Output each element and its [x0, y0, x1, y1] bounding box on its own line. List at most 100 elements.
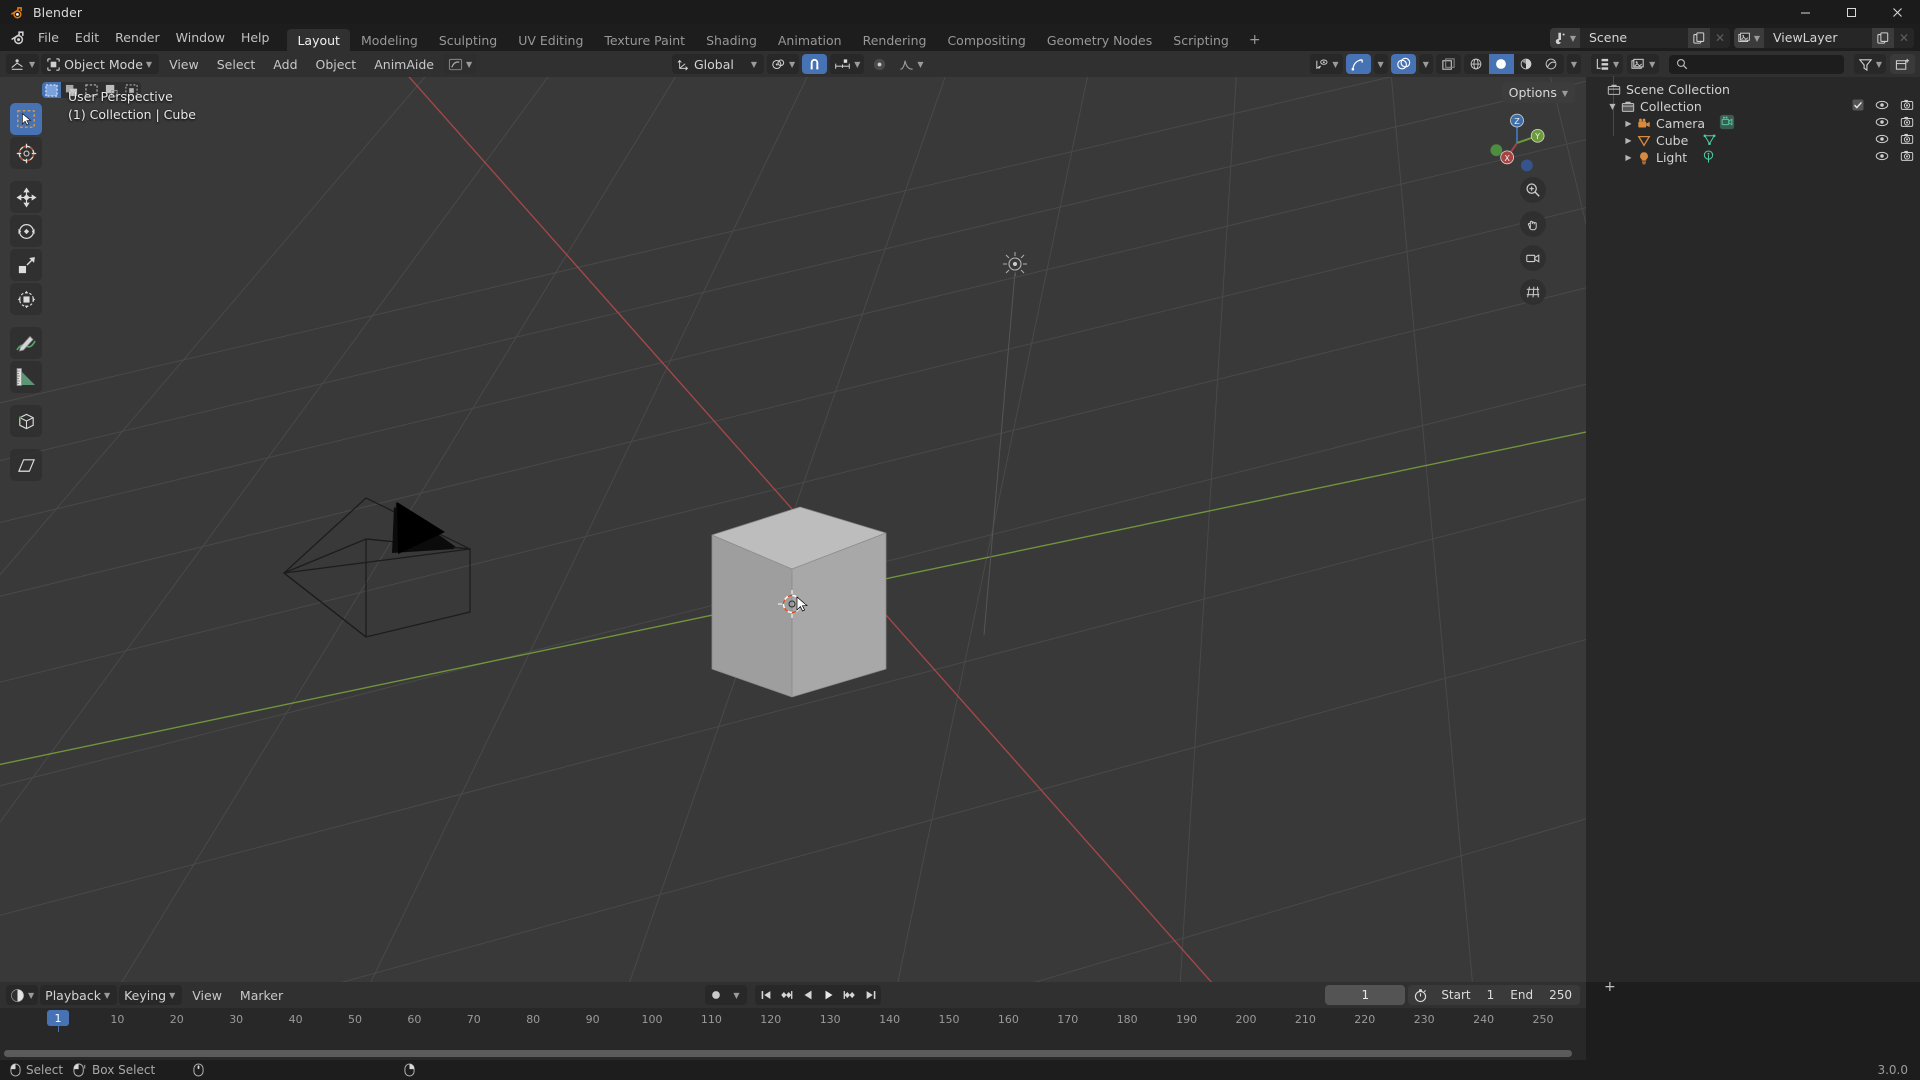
- expand-triangle[interactable]: ▶: [1622, 136, 1635, 145]
- hide-in-viewport-icon[interactable]: [1875, 132, 1889, 149]
- viewport-menu-view[interactable]: View: [161, 54, 207, 74]
- camera-data-icon[interactable]: [1719, 114, 1735, 133]
- tool-add-cube[interactable]: [10, 405, 42, 437]
- workspace-tab-compositing[interactable]: Compositing: [937, 29, 1035, 51]
- viewport-options-button[interactable]: Options ▼: [1501, 82, 1575, 103]
- disable-in-renders-icon[interactable]: [1900, 132, 1914, 149]
- play-reverse-icon[interactable]: [797, 985, 818, 1005]
- outliner-row-camera[interactable]: ▶ Camera: [1586, 114, 1920, 133]
- menu-file[interactable]: File: [30, 27, 67, 48]
- timeline-menu-view[interactable]: View: [184, 985, 230, 1005]
- overlays-dropdown-button[interactable]: ▼: [1418, 54, 1433, 74]
- gizmo-toggle-button[interactable]: [1345, 54, 1371, 74]
- hide-in-viewport-icon[interactable]: [1875, 98, 1889, 115]
- gizmo-dropdown-button[interactable]: ▼: [1373, 54, 1388, 74]
- workspace-tab-modeling[interactable]: Modeling: [351, 29, 428, 51]
- jump-to-start-icon[interactable]: [755, 985, 776, 1005]
- timeline-menu-marker[interactable]: Marker: [232, 985, 291, 1005]
- outliner-row-scene-collection[interactable]: Scene Collection: [1586, 81, 1920, 98]
- minimize-button[interactable]: [1782, 0, 1828, 24]
- outliner-filter-button[interactable]: ▼: [1853, 54, 1886, 74]
- workspace-tab-rendering[interactable]: Rendering: [853, 29, 937, 51]
- shading-wireframe-button[interactable]: [1464, 54, 1489, 74]
- disable-in-renders-icon[interactable]: [1900, 115, 1914, 132]
- workspace-tab-shading[interactable]: Shading: [696, 29, 767, 51]
- tool-measure[interactable]: [10, 361, 42, 393]
- maximize-button[interactable]: [1828, 0, 1874, 24]
- current-frame-field[interactable]: 1: [1325, 985, 1406, 1005]
- shading-rendered-button[interactable]: [1539, 54, 1564, 74]
- interaction-mode-selector[interactable]: Object Mode ▼: [41, 54, 160, 74]
- scene-selector[interactable]: ▼ Scene ✕: [1550, 27, 1730, 48]
- viewport-menu-add[interactable]: Add: [265, 54, 305, 74]
- expand-triangle[interactable]: ▼: [1606, 102, 1619, 111]
- outliner-row-light[interactable]: ▶ Light: [1586, 149, 1920, 166]
- outliner-row-cube[interactable]: ▶ Cube: [1586, 132, 1920, 149]
- play-icon[interactable]: [818, 985, 839, 1005]
- add-workspace-button[interactable]: +: [1240, 29, 1270, 51]
- timeline-track-area[interactable]: [0, 1032, 1586, 1060]
- collection-exclude-checkbox[interactable]: [1852, 99, 1864, 114]
- toggle-ortho-icon[interactable]: [1520, 279, 1546, 305]
- proportional-falloff-button[interactable]: ▼: [895, 54, 927, 74]
- auto-keying-icon[interactable]: [705, 985, 726, 1005]
- timeline-ruler[interactable]: 10 20 30 40 50 60 70 80 90 100 110 120 130 140 150 160 1…: [0, 1008, 1586, 1032]
- transform-orientation-selector[interactable]: Global ▼: [672, 54, 765, 74]
- viewlayer-name[interactable]: ViewLayer: [1764, 27, 1872, 48]
- tool-move[interactable]: [10, 181, 42, 213]
- workspace-tab-sculpting[interactable]: Sculpting: [429, 29, 507, 51]
- editor-type-button[interactable]: ▼: [6, 54, 40, 74]
- frame-end-field[interactable]: End 250: [1502, 985, 1580, 1005]
- tool-transform[interactable]: [10, 283, 42, 315]
- disable-in-renders-icon[interactable]: [1900, 98, 1914, 115]
- hide-in-viewport-icon[interactable]: [1875, 149, 1889, 166]
- mesh-data-icon[interactable]: [1702, 132, 1717, 150]
- hide-in-viewport-icon[interactable]: [1875, 115, 1889, 132]
- navigation-gizmo[interactable]: Z Y X: [1482, 108, 1552, 178]
- tool-annotate[interactable]: [10, 327, 42, 359]
- shading-material-preview-button[interactable]: [1514, 54, 1539, 74]
- viewport-menu-object[interactable]: Object: [308, 54, 365, 74]
- shading-solid-button[interactable]: [1488, 54, 1514, 74]
- auto-keying-dropdown[interactable]: ▼: [726, 985, 747, 1005]
- tool-rotate[interactable]: [10, 215, 42, 247]
- menu-help[interactable]: Help: [233, 27, 278, 48]
- menu-edit[interactable]: Edit: [67, 27, 107, 48]
- animaide-preset-button[interactable]: ▼: [444, 54, 477, 74]
- timeline-editor-type-button[interactable]: ▼: [6, 985, 39, 1005]
- outliner-search-input[interactable]: [1669, 54, 1844, 74]
- timeline-menu-playback[interactable]: Playback ▼: [40, 985, 118, 1005]
- expand-triangle[interactable]: ▶: [1622, 153, 1635, 162]
- tool-shear[interactable]: [10, 449, 42, 481]
- outliner-display-mode-button[interactable]: ▼: [1627, 54, 1660, 74]
- jump-to-end-icon[interactable]: [860, 985, 881, 1005]
- outliner-row-collection[interactable]: ▼ Collection: [1586, 98, 1920, 115]
- viewlayer-selector[interactable]: ▼ ViewLayer ✕: [1734, 27, 1914, 48]
- snap-settings-button[interactable]: ▼: [830, 54, 865, 74]
- frame-start-field[interactable]: Start 1: [1433, 985, 1502, 1005]
- workspace-tab-animation[interactable]: Animation: [768, 29, 852, 51]
- snap-toggle-button[interactable]: [802, 54, 828, 74]
- camera-view-icon[interactable]: [1520, 245, 1546, 271]
- jump-to-next-keyframe-icon[interactable]: [839, 985, 860, 1005]
- timeline-horizontal-scrollbar[interactable]: [4, 1050, 1572, 1057]
- menu-window[interactable]: Window: [168, 27, 233, 48]
- proportional-editing-button[interactable]: [867, 54, 892, 74]
- shading-dropdown-button[interactable]: ▼: [1566, 54, 1581, 74]
- unlink-scene-icon[interactable]: ✕: [1710, 27, 1730, 48]
- outliner-editor-type-button[interactable]: ▼: [1591, 54, 1624, 74]
- pivot-point-button[interactable]: ▼: [767, 54, 800, 74]
- disable-in-renders-icon[interactable]: [1900, 149, 1914, 166]
- viewport-menu-select[interactable]: Select: [209, 54, 264, 74]
- new-viewlayer-icon[interactable]: [1872, 27, 1894, 48]
- workspace-tab-uv-editing[interactable]: UV Editing: [508, 29, 593, 51]
- menu-render[interactable]: Render: [107, 27, 168, 48]
- new-scene-icon[interactable]: [1688, 27, 1710, 48]
- expand-triangle[interactable]: ▶: [1622, 119, 1635, 128]
- tool-scale[interactable]: [10, 249, 42, 281]
- 3d-viewport[interactable]: User Perspective (1) Collection | Cube O…: [0, 77, 1586, 982]
- workspace-tab-scripting[interactable]: Scripting: [1163, 29, 1239, 51]
- jump-to-prev-keyframe-icon[interactable]: [776, 985, 797, 1005]
- new-collection-icon[interactable]: [1890, 54, 1915, 74]
- workspace-tab-texture-paint[interactable]: Texture Paint: [594, 29, 695, 51]
